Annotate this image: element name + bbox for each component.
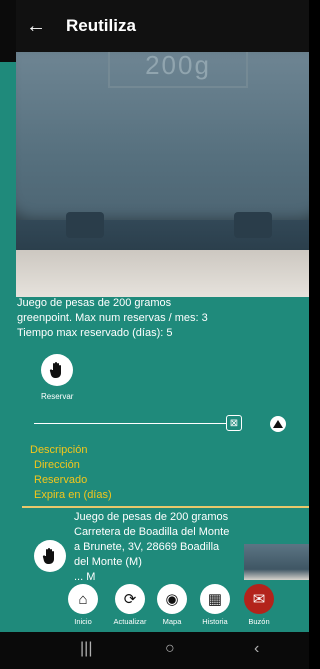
app-bar: ← Reutiliza xyxy=(16,0,309,52)
app-title: Reutiliza xyxy=(66,16,136,35)
item-reserve-button[interactable] xyxy=(34,540,66,572)
nav-mapa[interactable]: ◉ Mapa xyxy=(150,584,194,626)
label-direccion: Dirección xyxy=(34,459,80,471)
label-expira: Expira en (días) xyxy=(34,489,112,501)
item-title-caption: Juego de pesas de 200 gramos xyxy=(17,297,172,309)
screen: ← Reutiliza 200g Juego de pesas de 200 g… xyxy=(0,0,311,669)
nav-buzon[interactable]: ✉ Buzón xyxy=(237,584,281,626)
calendar-icon: ▦ xyxy=(200,584,230,614)
slider-track[interactable] xyxy=(34,423,226,424)
nav-inicio[interactable]: ⌂ Inicio xyxy=(61,584,105,626)
back-button[interactable]: ← xyxy=(16,0,56,52)
item-thumbnail[interactable] xyxy=(244,544,309,580)
item-address-city: del Monte (M) xyxy=(74,556,142,568)
label-reservado: Reservado xyxy=(34,474,88,486)
reserve-button[interactable] xyxy=(41,354,73,386)
nav-label-inicio: Inicio xyxy=(74,617,92,626)
item-address: Carretera de Boadilla del Monte xyxy=(74,526,230,538)
collapse-icon: ⊠ xyxy=(229,417,239,429)
home-icon: ⌂ xyxy=(68,584,98,614)
nav-label-mapa: Mapa xyxy=(162,617,182,626)
home-circle-icon[interactable]: ○ xyxy=(165,640,175,658)
reserve-label: Reservar xyxy=(41,392,74,401)
label-descripcion: Descripción xyxy=(30,444,88,456)
recent-apps-icon[interactable]: ||| xyxy=(80,640,92,658)
system-nav-bar: ||| ○ ‹ xyxy=(0,632,311,669)
arrow-left-icon: ← xyxy=(26,14,46,37)
slider-handle[interactable]: ⊠ xyxy=(226,415,242,431)
nav-actualizar[interactable]: ⟳ Actualizar xyxy=(108,584,152,626)
globe-icon: ◉ xyxy=(157,584,187,614)
divider xyxy=(22,506,309,508)
emboss-text: 200g xyxy=(108,52,248,88)
detail-line-reservations: greenpoint. Max num reservas / mes: 3 xyxy=(17,312,208,324)
hand-icon xyxy=(49,362,61,378)
back-chevron-icon[interactable]: ‹ xyxy=(254,640,259,658)
mailbox-icon: ✉ xyxy=(244,584,274,614)
refresh-icon: ⟳ xyxy=(115,584,145,614)
item-photo: 200g xyxy=(16,52,309,297)
list-item-text[interactable]: Juego de pesas de 200 gramos Carretera d… xyxy=(74,510,244,585)
background-panel xyxy=(0,0,16,669)
nav-historia[interactable]: ▦ Historia xyxy=(193,584,237,626)
detail-line-max-time: Tiempo max reservado (días): 5 xyxy=(17,327,173,339)
bottom-nav: ⌂ Inicio ⟳ Actualizar ◉ Mapa ▦ Historia … xyxy=(16,580,309,632)
nav-label-buzon: Buzón xyxy=(248,617,270,626)
item-address-cont: a Brunete, 3V, 28669 Boadilla xyxy=(74,541,220,553)
nav-label-actualizar: Actualizar xyxy=(113,617,147,626)
hand-icon xyxy=(42,548,54,564)
nav-label-historia: Historia xyxy=(202,617,228,626)
expand-up-button[interactable] xyxy=(270,416,286,432)
triangle-up-icon xyxy=(273,420,283,428)
item-title: Juego de pesas de 200 gramos xyxy=(74,511,229,523)
